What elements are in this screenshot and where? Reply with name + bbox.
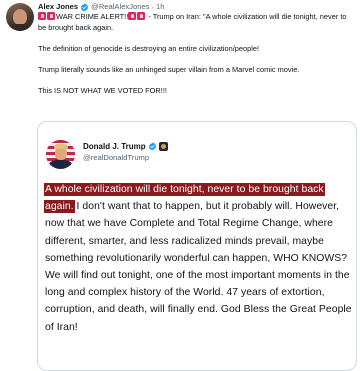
avatar-shirt	[8, 24, 32, 31]
quoted-post[interactable]: Donald J. Trump @realDonaldTrump A whole…	[37, 121, 357, 371]
avatar-face	[13, 9, 27, 25]
post[interactable]: Alex Jones @RealAlexJones · 1h WAR CRIME…	[0, 0, 360, 371]
quoted-body-rest: I don't want that to happen, but it prob…	[45, 201, 352, 333]
quoted-body: A whole civilization will die tonight, n…	[45, 181, 354, 336]
post-paragraph-2: The definition of genocide is destroying…	[38, 43, 260, 53]
post-paragraph-4: This IS NOT WHAT WE VOTED FOR!!!	[38, 85, 167, 95]
avatar-hair	[54, 144, 68, 149]
avatar-suit	[49, 160, 72, 169]
quoted-author-avatar[interactable]	[46, 140, 75, 169]
alarm-emoji-icon	[38, 12, 46, 20]
alarm-emoji-icon	[128, 12, 137, 20]
quoted-header: Donald J. Trump	[83, 140, 168, 152]
author-avatar[interactable]	[6, 3, 34, 31]
post-paragraph-1: WAR CRIME ALERT!! - Trump on Iran: "A wh…	[38, 12, 356, 33]
alarm-emoji-icon	[47, 12, 55, 20]
quoted-author-name[interactable]: Donald J. Trump	[83, 142, 146, 151]
alert-text: WAR CRIME ALERT!!	[56, 12, 129, 21]
quoted-author-handle[interactable]: @realDonaldTrump	[83, 153, 149, 162]
verified-badge-icon	[148, 142, 156, 150]
verified-badge-icon	[81, 3, 89, 11]
post-body: WAR CRIME ALERT!! - Trump on Iran: "A wh…	[38, 12, 356, 96]
alarm-emoji-icon	[137, 12, 146, 20]
presidential-seal-badge-icon	[158, 141, 168, 151]
post-paragraph-3: Trump literally sounds like an unhinged …	[38, 64, 300, 74]
